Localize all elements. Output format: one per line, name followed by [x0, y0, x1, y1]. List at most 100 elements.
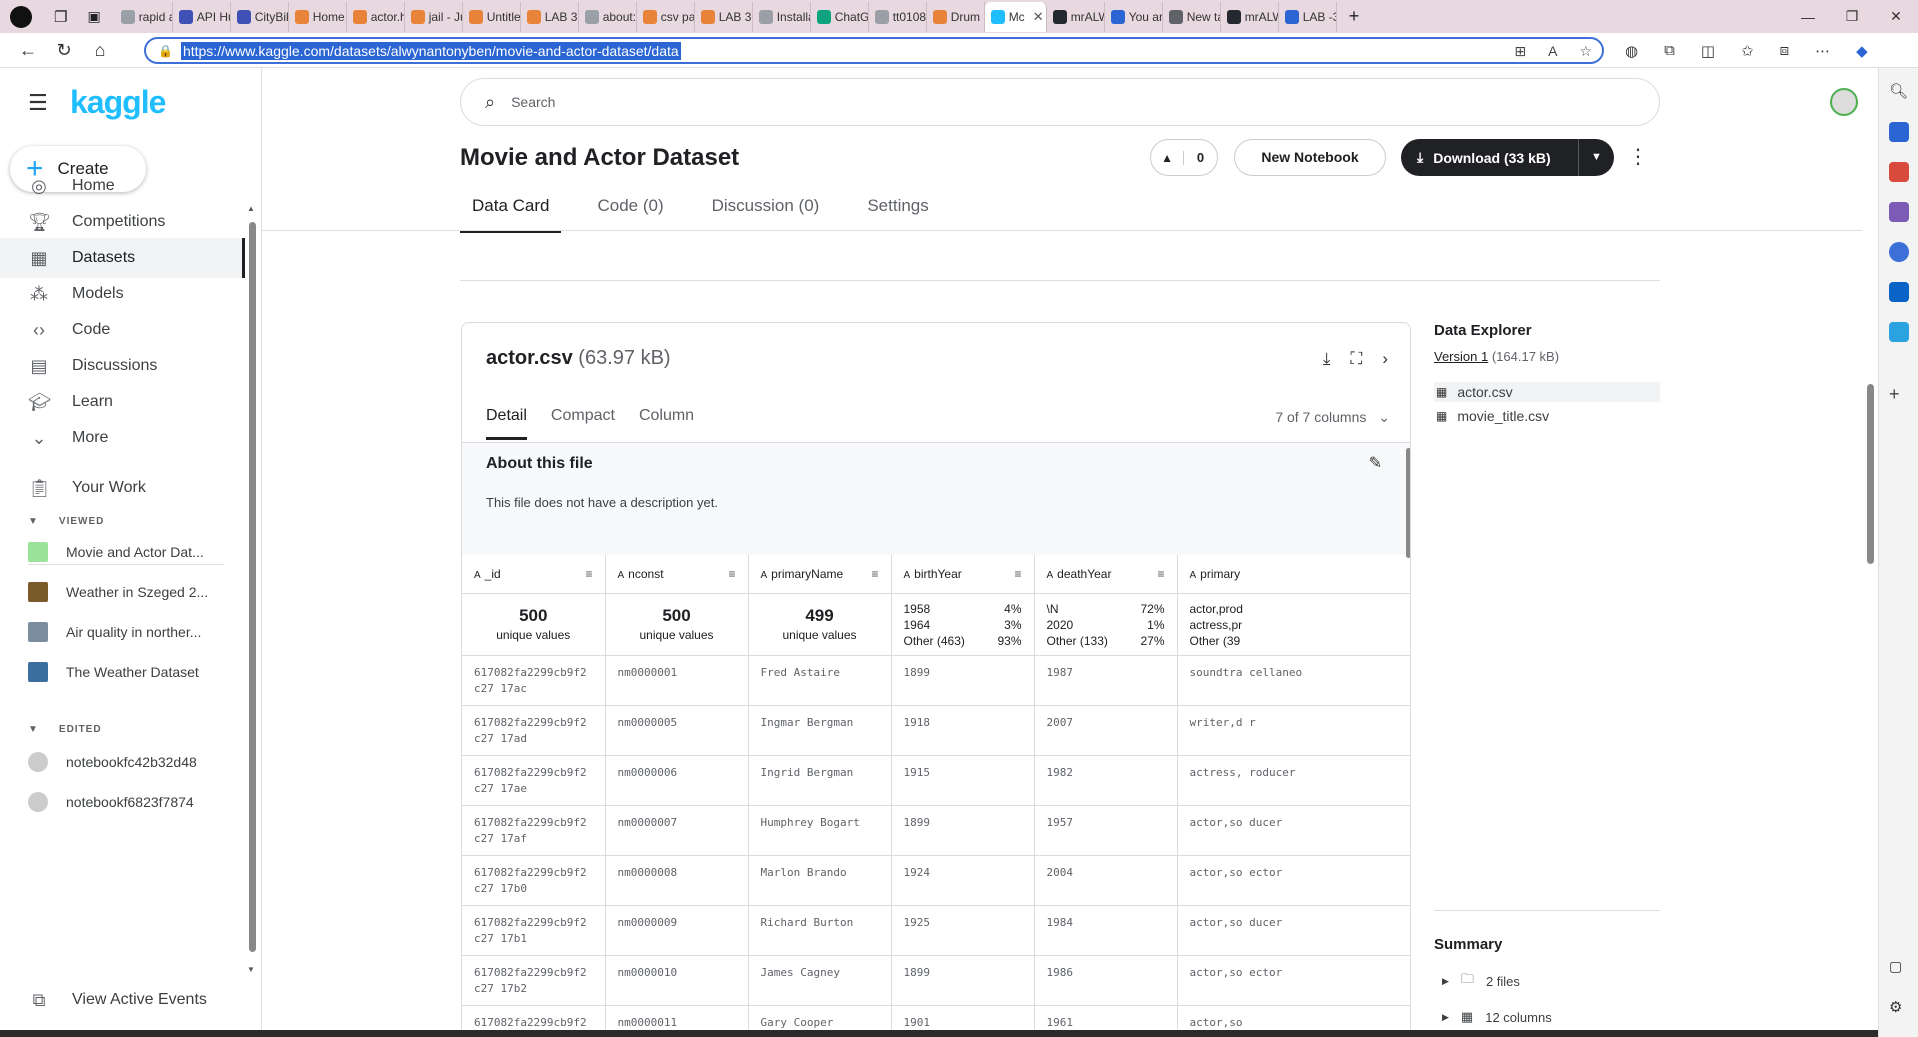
- summary-files-row[interactable]: ▶ 🗀 2 files: [1434, 963, 1660, 999]
- table-cell[interactable]: actor,so ector: [1177, 855, 1410, 906]
- table-cell[interactable]: 1899: [891, 805, 1035, 856]
- column-header[interactable]: AbirthYear ≡: [891, 555, 1035, 594]
- column-header[interactable]: AprimaryName ≡: [748, 555, 892, 594]
- sidebar-tools-icon[interactable]: [1889, 162, 1909, 182]
- browser-tab[interactable]: mrALW: [1221, 1, 1279, 32]
- sort-icon[interactable]: ≡: [871, 567, 878, 581]
- browser-tab[interactable]: about:: [579, 1, 637, 32]
- browser-tab[interactable]: tt0108: [869, 1, 927, 32]
- column-header[interactable]: A _id ≡: [462, 555, 606, 594]
- profile-circle-icon[interactable]: [10, 5, 32, 28]
- nav-item-learn[interactable]: 🎓︎ Learn: [0, 382, 245, 422]
- sidebar-scroll-thumb[interactable]: [249, 222, 256, 952]
- table-cell[interactable]: 1918: [891, 705, 1035, 756]
- table-cell[interactable]: actress, roducer: [1177, 755, 1410, 806]
- back-arrow-icon[interactable]: ←: [10, 40, 46, 61]
- extensions-icon[interactable]: ⧉: [1664, 42, 1675, 59]
- nav-item-code[interactable]: ‹› Code: [0, 310, 245, 350]
- sidebar-shopping-icon[interactable]: [1889, 122, 1909, 142]
- chevron-right-icon[interactable]: ›: [1382, 349, 1388, 369]
- table-cell[interactable]: 617082fa2299cb9f2c27 17ac: [462, 655, 606, 706]
- download-file-icon[interactable]: ⤓: [1323, 349, 1331, 369]
- table-cell[interactable]: 617082fa2299cb9f2c27 17ad: [462, 705, 606, 756]
- table-cell[interactable]: 617082fa2299cb9f2c27 17b0: [462, 855, 606, 906]
- table-cell[interactable]: nm0000001: [605, 655, 749, 706]
- browser-tab[interactable]: jail - Ju: [405, 1, 463, 32]
- favorite-star-icon[interactable]: ☆: [1579, 43, 1592, 60]
- restore-button[interactable]: ❐: [1830, 8, 1874, 25]
- sidebar-settings-gear-icon[interactable]: ⚙: [1889, 998, 1909, 1018]
- table-cell[interactable]: 2007: [1034, 705, 1178, 756]
- browser-tab[interactable]: rapid a: [115, 1, 173, 32]
- version-link[interactable]: Version 1: [1434, 349, 1488, 364]
- edited-item[interactable]: notebookf6823f7874: [28, 792, 238, 812]
- table-cell[interactable]: nm0000009: [605, 905, 749, 956]
- browser-tab[interactable]: You ar: [1105, 1, 1163, 32]
- table-cell[interactable]: soundtra cellaneo: [1177, 655, 1410, 706]
- table-cell[interactable]: 1915: [891, 755, 1035, 806]
- new-notebook-button[interactable]: New Notebook: [1234, 139, 1386, 176]
- tab-data-card[interactable]: Data Card: [460, 190, 562, 233]
- collections-icon[interactable]: ⧈: [1780, 42, 1790, 59]
- table-cell[interactable]: nm0000008: [605, 855, 749, 906]
- more-options-icon[interactable]: ⋮: [1628, 144, 1648, 169]
- column-count-dropdown[interactable]: 7 of 7 columns ⌄: [1275, 409, 1390, 426]
- browser-tab[interactable]: Untitle: [463, 1, 521, 32]
- user-avatar[interactable]: [1830, 88, 1858, 116]
- nav-item-more[interactable]: ⌄ More: [0, 418, 245, 458]
- explorer-file-actor[interactable]: ▦ actor.csv: [1434, 382, 1660, 402]
- browser-tab[interactable]: Mc ✕: [984, 1, 1047, 32]
- table-cell[interactable]: 1925: [891, 905, 1035, 956]
- browser-tab[interactable]: LAB 3 -: [521, 1, 579, 32]
- table-cell[interactable]: 1986: [1034, 955, 1178, 1006]
- table-cell[interactable]: nm0000005: [605, 705, 749, 756]
- table-cell[interactable]: 617082fa2299cb9f2c27 17ae: [462, 755, 606, 806]
- viewed-item[interactable]: Air quality in norther...: [28, 622, 238, 642]
- app-available-icon[interactable]: ⊞: [1514, 43, 1526, 60]
- browser-tab[interactable]: CityBik: [231, 1, 289, 32]
- close-window-button[interactable]: ✕: [1874, 8, 1918, 25]
- tab-detail[interactable]: Detail: [486, 407, 527, 440]
- table-cell[interactable]: 617082fa2299cb9f2c27 17b1: [462, 905, 606, 956]
- scroll-up-arrow[interactable]: ▲: [247, 204, 255, 213]
- more-menu-icon[interactable]: ⋯: [1815, 42, 1830, 60]
- browser-tab[interactable]: ChatGP: [811, 1, 869, 32]
- viewed-item[interactable]: Movie and Actor Dat...: [28, 542, 238, 562]
- table-cell[interactable]: James Cagney: [748, 955, 892, 1006]
- browser-tab[interactable]: Installa: [753, 1, 811, 32]
- tab-discussion[interactable]: Discussion (0): [700, 190, 832, 233]
- table-cell[interactable]: Fred Astaire: [748, 655, 892, 706]
- table-cell[interactable]: 1984: [1034, 905, 1178, 956]
- column-header[interactable]: AdeathYear ≡: [1034, 555, 1178, 594]
- vpn-icon[interactable]: ◍: [1625, 42, 1638, 60]
- browser-tab[interactable]: Drum: [927, 1, 985, 32]
- lock-icon[interactable]: 🔒: [158, 44, 173, 58]
- read-aloud-icon[interactable]: A: [1548, 43, 1557, 60]
- table-cell[interactable]: Ingrid Bergman: [748, 755, 892, 806]
- nav-item-home[interactable]: ◎ Home: [0, 166, 245, 206]
- table-cell[interactable]: 1924: [891, 855, 1035, 906]
- upvote-arrow-icon[interactable]: ▲: [1151, 150, 1185, 165]
- tab-compact[interactable]: Compact: [551, 407, 615, 440]
- download-button[interactable]: ⤓ Download (33 kB) ▼: [1401, 139, 1614, 176]
- edit-pencil-icon[interactable]: ✎: [1369, 453, 1382, 473]
- browser-tab[interactable]: API Hu: [173, 1, 231, 32]
- browser-tab[interactable]: csv par: [637, 1, 695, 32]
- tab-column[interactable]: Column: [639, 407, 694, 440]
- table-cell[interactable]: 1982: [1034, 755, 1178, 806]
- browser-tab[interactable]: Home: [289, 1, 347, 32]
- page-scroll-thumb[interactable]: [1867, 384, 1874, 564]
- tab-code[interactable]: Code (0): [585, 190, 675, 233]
- table-cell[interactable]: Marlon Brando: [748, 855, 892, 906]
- fullscreen-icon[interactable]: ⛶: [1350, 349, 1362, 369]
- table-cell[interactable]: Richard Burton: [748, 905, 892, 956]
- sort-icon[interactable]: ≡: [585, 567, 592, 581]
- table-cell[interactable]: 1987: [1034, 655, 1178, 706]
- sidebar-outlook-icon[interactable]: [1889, 282, 1909, 302]
- browser-tab[interactable]: LAB 3: [695, 1, 753, 32]
- table-cell[interactable]: nm0000010: [605, 955, 749, 1006]
- nav-item-models[interactable]: ⁂ Models: [0, 274, 245, 314]
- edited-item[interactable]: notebookfc42b32d48: [28, 752, 238, 772]
- search-input[interactable]: ⌕ Search: [460, 78, 1660, 126]
- table-cell[interactable]: 2004: [1034, 855, 1178, 906]
